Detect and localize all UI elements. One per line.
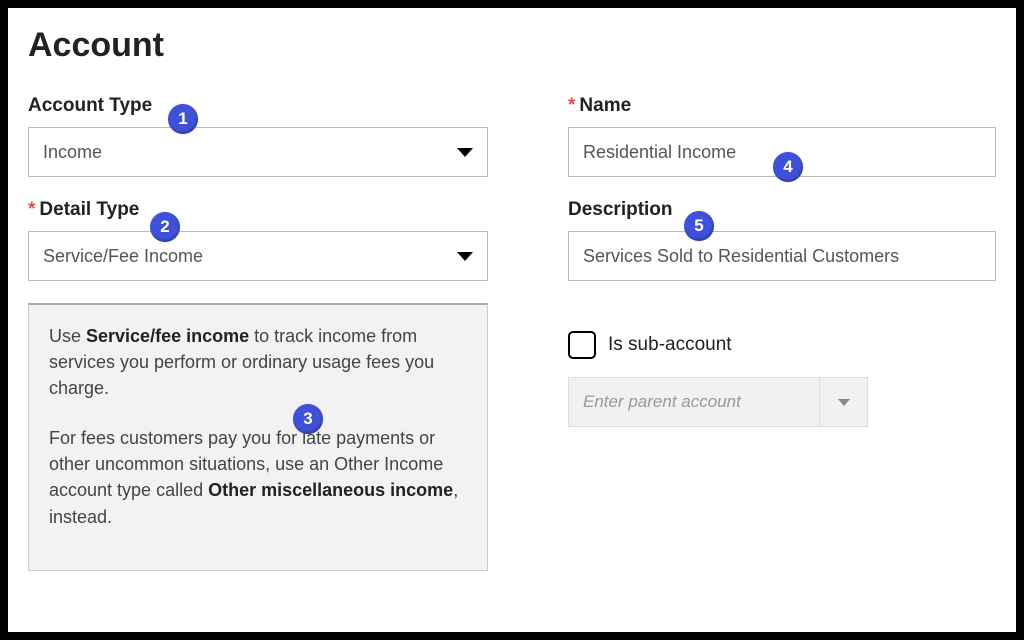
account-type-select[interactable]: Income (28, 127, 488, 177)
description-value: Services Sold to Residential Customers (583, 246, 899, 267)
annotation-badge-2: 2 (150, 212, 180, 242)
name-label: * Name (568, 95, 996, 117)
description-label: Description (568, 199, 996, 221)
name-value: Residential Income (583, 142, 736, 163)
detail-type-label: * Detail Type (28, 199, 488, 221)
parent-account-dropdown-toggle[interactable] (819, 378, 867, 426)
required-asterisk: * (28, 199, 35, 221)
detail-type-value: Service/Fee Income (43, 246, 203, 267)
description-input[interactable]: Services Sold to Residential Customers (568, 231, 996, 281)
chevron-down-icon (457, 252, 473, 261)
account-type-label: Account Type (28, 95, 488, 117)
sub-account-label: Is sub-account (608, 334, 732, 356)
scrollbar[interactable] (479, 309, 483, 313)
annotation-badge-4: 4 (773, 152, 803, 182)
detail-type-info: Use Service/fee income to track income f… (28, 303, 488, 571)
annotation-badge-3: 3 (293, 404, 323, 434)
annotation-badge-5: 5 (684, 211, 714, 241)
required-asterisk: * (568, 95, 575, 117)
annotation-badge-1: 1 (168, 104, 198, 134)
page-title: Account (28, 26, 996, 65)
chevron-down-icon (457, 148, 473, 157)
chevron-down-icon (838, 399, 850, 406)
account-type-value: Income (43, 142, 102, 163)
detail-type-select[interactable]: Service/Fee Income (28, 231, 488, 281)
parent-account-placeholder: Enter parent account (569, 378, 819, 426)
parent-account-select[interactable]: Enter parent account (568, 377, 868, 427)
sub-account-checkbox[interactable] (568, 331, 596, 359)
